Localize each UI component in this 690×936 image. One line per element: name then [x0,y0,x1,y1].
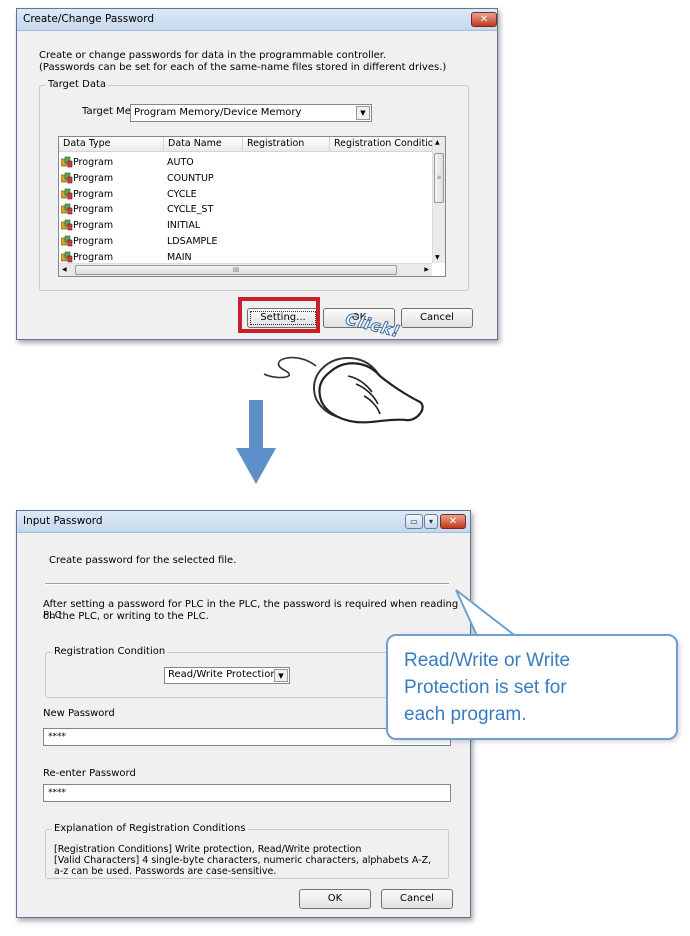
down-arrow-icon [236,400,276,484]
restore-icon[interactable]: ▭ [405,514,423,529]
table-row[interactable]: Program CYCLE_ST [59,202,431,218]
column-header[interactable]: Data Type [59,137,164,152]
callout-line-2: Protection is set for [404,677,567,698]
explanation-line-3: a-z can be used. Passwords are case-sens… [54,866,277,877]
program-file-icon [61,156,73,168]
vertical-scrollbar[interactable]: ▲ ≡ ▼ [432,137,445,263]
data-name-cell: MAIN [167,251,192,263]
reenter-password-label: Re-enter Password [43,768,136,779]
horizontal-scrollbar[interactable]: ◀ III ▶ [59,263,432,276]
scroll-left-icon[interactable]: ◀ [62,266,67,273]
ok-button[interactable]: OK [299,889,371,909]
table-row[interactable]: Program AUTO [59,155,431,171]
close-button[interactable]: ✕ [440,514,466,529]
table-row[interactable]: Program INITIAL [59,218,431,234]
data-type-cell: Program [73,188,114,200]
callout-box: Read/Write or Write Protection is set fo… [386,634,678,740]
target-memory-value: Program Memory/Device Memory [134,107,302,118]
data-type-cell: Program [73,157,114,168]
group-legend: Registration Condition [52,646,168,657]
target-data-group: Target Data Target Memory Program Memory… [39,79,469,291]
menu-icon[interactable]: ▾ [424,514,438,529]
dialog-title: Input Password [23,515,103,527]
scroll-up-icon[interactable]: ▲ [435,139,440,146]
column-header[interactable]: Registration Condition [330,137,435,152]
data-type-cell: Program [73,204,114,216]
table-row[interactable]: Program LDSAMPLE [59,234,431,250]
reenter-password-field[interactable]: **** [43,784,451,802]
group-legend: Target Data [46,79,108,90]
description-line-2: (Passwords can be set for each of the sa… [39,62,447,73]
column-header[interactable]: Registration [243,137,330,152]
titlebar: Create/Change Password ✕ [17,9,497,31]
program-file-icon [61,188,73,199]
hand-on-mouse-illustration [263,356,424,424]
explanation-line-1: [Registration Conditions] Write protecti… [54,844,362,855]
program-file-icon [61,219,73,231]
scroll-down-icon[interactable]: ▼ [435,254,440,261]
data-name-cell: INITIAL [167,220,201,232]
data-name-cell: COUNTUP [167,172,214,184]
scroll-thumb[interactable]: ≡ [434,153,444,203]
data-name-cell: LDSAMPLE [167,236,218,247]
new-password-label: New Password [43,708,115,719]
table-row[interactable]: Program COUNTUP [59,171,431,187]
instruction-text: Create password for the selected file. [49,555,237,566]
scroll-thumb[interactable]: III [75,265,397,275]
description-line-1: Create or change passwords for data in t… [39,50,387,61]
registration-condition-value: Read/Write Protection [168,669,277,680]
table-row[interactable]: Program CYCLE [59,187,431,203]
data-name-cell: AUTO [167,157,194,168]
column-header[interactable]: Data Name [164,137,243,152]
group-legend: Explanation of Registration Conditions [52,823,248,834]
scroll-right-icon[interactable]: ▶ [424,266,429,273]
create-change-password-dialog: Create/Change Password ✕ Create or chang… [16,8,498,340]
program-file-icon [61,251,73,263]
data-type-cell: Program [73,172,114,184]
titlebar: Input Password ▭ ▾ ✕ [17,511,470,533]
program-file-icon [61,172,73,184]
program-file-icon [61,204,73,215]
data-type-cell: Program [73,251,114,263]
data-type-cell: Program [73,236,114,247]
chevron-down-icon[interactable]: ▼ [274,669,288,682]
highlight-box [238,297,320,333]
explanation-group: Explanation of Registration Conditions [… [45,823,449,879]
data-name-cell: CYCLE [167,188,197,200]
close-button[interactable]: ✕ [471,12,497,27]
list-header: Data Type Data Name Registration Registr… [59,137,435,152]
cancel-button[interactable]: Cancel [381,889,453,909]
data-type-cell: Program [73,220,114,232]
registration-condition-select[interactable]: Read/Write Protection ▼ [164,667,290,684]
callout-line-1: Read/Write or Write [404,650,571,671]
warning-line-2: on the PLC, or writing to the PLC. [43,611,209,622]
target-memory-select[interactable]: Program Memory/Device Memory ▼ [130,104,372,122]
explanation-line-2: [Valid Characters] 4 single-byte charact… [54,855,432,866]
chevron-down-icon[interactable]: ▼ [356,106,370,120]
data-name-cell: CYCLE_ST [167,204,214,216]
separator [45,583,449,585]
dialog-title: Create/Change Password [23,13,155,25]
callout-line-3: each program. [404,704,527,725]
program-file-icon [61,235,73,247]
data-list[interactable]: Data Type Data Name Registration Registr… [58,136,446,277]
